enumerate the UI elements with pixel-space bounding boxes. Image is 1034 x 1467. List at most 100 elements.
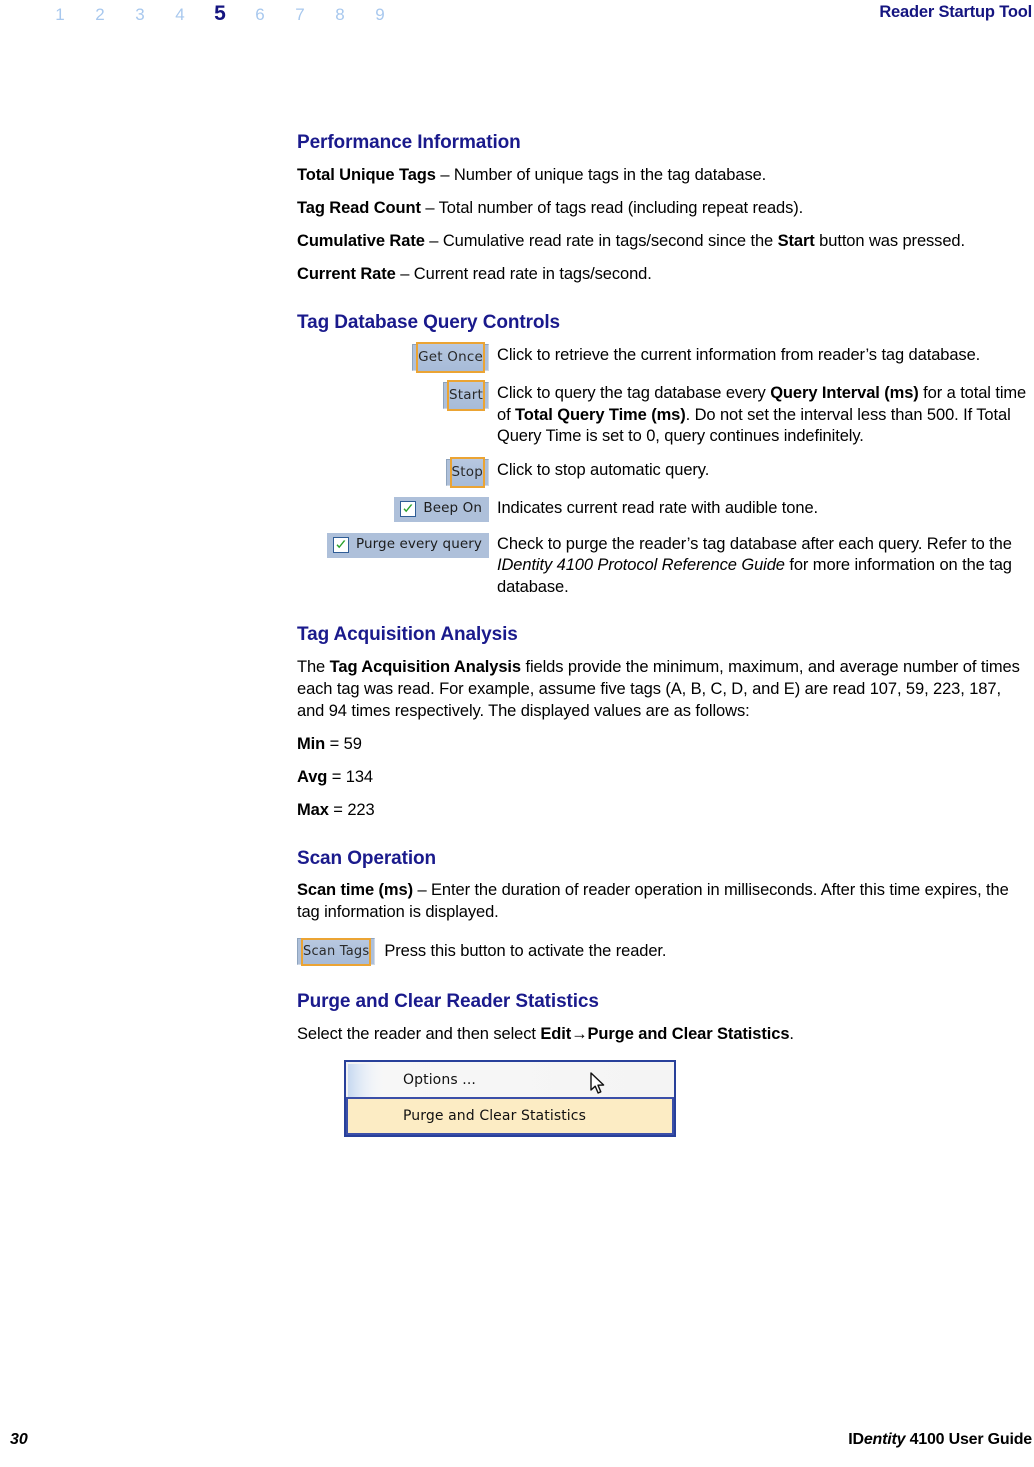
- purge-instr-c: .: [789, 1025, 794, 1044]
- control-cell-get-once: Get Once: [297, 342, 497, 374]
- query-controls-table: Get Once Click to retrieve the current i…: [297, 342, 1030, 598]
- menu-screenshot-wrapper: Options ... Purge and Clear Statistics: [344, 1060, 1030, 1138]
- control-row-get-once: Get Once Click to retrieve the current i…: [297, 342, 1030, 374]
- heading-scan-operation: Scan Operation: [297, 847, 437, 869]
- dash-1: –: [420, 198, 439, 217]
- scan-tags-button-label: Scan Tags: [301, 938, 372, 967]
- get-once-button-label: Get Once: [416, 342, 485, 374]
- acquisition-value-max: Max = 223: [297, 800, 1030, 822]
- value-min: 59: [343, 734, 362, 753]
- term-total-unique-tags: Total Unique Tags: [297, 165, 436, 184]
- label-min: Min: [297, 734, 326, 753]
- footer-guide-italic: entity: [863, 1431, 906, 1448]
- scan-tags-button[interactable]: Scan Tags: [297, 938, 376, 967]
- purge-desc-italic-guide-title: IDentity 4100 Protocol Reference Guide: [497, 556, 785, 575]
- control-desc-stop: Click to stop automatic query.: [497, 460, 710, 479]
- chapter-num-4: 4: [175, 5, 185, 24]
- menu-item-options[interactable]: Options ...: [346, 1062, 674, 1098]
- control-desc-beep-on: Indicates current read rate with audible…: [497, 498, 819, 517]
- mouse-pointer-icon: [590, 1072, 605, 1094]
- start-button-label: Start: [447, 380, 485, 412]
- page-footer: 30 IDentity 4100 User Guide: [0, 1425, 1034, 1449]
- purge-every-query-checkbox[interactable]: Purge every query: [326, 532, 489, 558]
- acquisition-value-avg: Avg = 134: [297, 767, 1030, 789]
- chapter-num-8: 8: [335, 5, 345, 24]
- control-desc-get-once: Click to retrieve the current informatio…: [497, 346, 981, 365]
- menu-item-purge-and-clear-statistics[interactable]: Purge and Clear Statistics: [346, 1097, 674, 1136]
- purge-instruction-paragraph: Select the reader and then select Edit→P…: [297, 1024, 1030, 1046]
- scan-tags-row: Scan Tags Press this button to activate …: [297, 938, 1030, 967]
- term-tag-read-count: Tag Read Count: [297, 198, 421, 217]
- control-cell-beep-on: Beep On: [297, 496, 497, 522]
- menu-item-options-label: Options ...: [403, 1071, 476, 1088]
- heading-purge-and-clear-reader-statistics: Purge and Clear Reader Statistics: [297, 991, 599, 1013]
- control-cell-purge-every-query: Purge every query: [297, 532, 497, 558]
- desc-2c: button was pressed.: [814, 231, 965, 250]
- chapter-num-3: 3: [135, 5, 145, 24]
- menu-item-purge-and-clear-statistics-label: Purge and Clear Statistics: [403, 1108, 586, 1125]
- desc-3: Current read rate in tags/second.: [413, 264, 652, 283]
- dash-2: –: [424, 231, 443, 250]
- scan-time-paragraph: Scan time (ms) – Enter the duration of r…: [297, 880, 1030, 924]
- chapter-number-strip: 1 2 3 4 5 6 7 8 9: [40, 2, 400, 26]
- get-once-button[interactable]: Get Once: [412, 342, 489, 374]
- chapter-num-9: 9: [375, 5, 385, 24]
- heading-tag-database-query-controls: Tag Database Query Controls: [297, 311, 561, 333]
- scan-dash: –: [412, 881, 432, 900]
- acq-bold-tag-acquisition-analysis: Tag Acquisition Analysis: [329, 657, 521, 676]
- heading-performance-information: Performance Information: [297, 132, 521, 153]
- control-desc-start: Click to query the tag database every Qu…: [497, 382, 1030, 447]
- chapter-num-6: 6: [255, 5, 265, 24]
- term-cumulative-rate: Cumulative Rate: [297, 231, 425, 250]
- equals-min: =: [325, 734, 344, 753]
- footer-page-number: 30: [10, 1431, 28, 1448]
- footer-guide-suffix: 4100 User Guide: [905, 1431, 1033, 1448]
- performance-item-tag-read-count: Tag Read Count – Total number of tags re…: [297, 198, 1030, 220]
- start-desc-bold-query-interval: Query Interval (ms): [770, 384, 919, 403]
- term-current-rate: Current Rate: [297, 264, 396, 283]
- footer-guide-prefix: ID: [848, 1431, 864, 1448]
- stop-button-label: Stop: [449, 456, 485, 488]
- control-cell-start: Start: [297, 380, 497, 412]
- purge-every-query-label: Purge every query: [355, 536, 482, 552]
- control-cell-stop: Stop: [297, 456, 497, 488]
- control-desc-purge-every-query: Check to purge the reader’s tag database…: [497, 533, 1030, 598]
- desc-2a: Cumulative read rate in tags/second sinc…: [442, 231, 778, 250]
- purge-desc-a: Check to purge the reader’s tag database…: [497, 534, 1012, 553]
- term-scan-time-ms: Scan time (ms): [297, 881, 413, 900]
- inline-bold-start: Start: [777, 231, 815, 250]
- chapter-num-5-current: 5: [214, 2, 226, 25]
- beep-on-label: Beep On: [423, 500, 482, 516]
- beep-on-checkbox[interactable]: Beep On: [394, 496, 489, 522]
- desc-1: Total number of tags read (including rep…: [438, 198, 804, 217]
- chapter-num-7: 7: [295, 5, 305, 24]
- checkmark-icon: [400, 500, 417, 517]
- equals-max: =: [328, 800, 348, 819]
- control-row-stop: Stop Click to stop automatic query.: [297, 456, 1030, 488]
- heading-tag-acquisition-analysis: Tag Acquisition Analysis: [297, 624, 518, 646]
- chapter-num-1: 1: [55, 5, 65, 24]
- purge-instr-a: Select the reader and then select: [297, 1025, 541, 1044]
- performance-item-current-rate: Current Rate – Current read rate in tags…: [297, 264, 1030, 286]
- start-desc-bold-total-query-time: Total Query Time (ms): [515, 405, 686, 424]
- purge-instr-bold-menu-path: Edit→Purge and Clear Statistics: [540, 1025, 790, 1044]
- acq-text-a: The: [297, 657, 330, 676]
- stop-button[interactable]: Stop: [445, 456, 489, 488]
- checkmark-icon: [332, 536, 349, 553]
- performance-item-total-unique-tags: Total Unique Tags – Number of unique tag…: [297, 165, 1030, 187]
- scan-tags-description: Press this button to activate the reader…: [384, 942, 667, 961]
- label-max: Max: [297, 800, 329, 819]
- acquisition-paragraph: The Tag Acquisition Analysis fields prov…: [297, 657, 1030, 723]
- value-max: 223: [347, 800, 375, 819]
- desc-0: Number of unique tags in the tag databas…: [453, 165, 767, 184]
- acquisition-value-min: Min = 59: [297, 734, 1030, 756]
- label-avg: Avg: [297, 767, 328, 786]
- dash-3: –: [395, 264, 414, 283]
- page-header: 1 2 3 4 5 6 7 8 9 Reader Startup Tool: [0, 0, 1034, 40]
- chapter-num-2: 2: [95, 5, 105, 24]
- dash-0: –: [435, 165, 454, 184]
- edit-menu-screenshot: Options ... Purge and Clear Statistics: [344, 1060, 676, 1138]
- control-row-beep-on: Beep On Indicates current read rate with…: [297, 496, 1030, 522]
- start-button[interactable]: Start: [443, 380, 489, 412]
- control-row-start: Start Click to query the tag database ev…: [297, 380, 1030, 447]
